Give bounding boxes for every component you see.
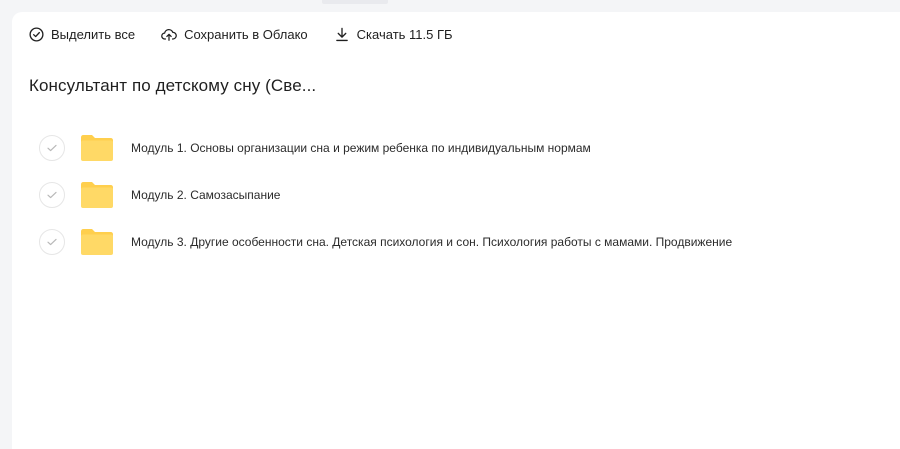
toolbar: Выделить все Сохранить в Облако Скачать …	[28, 24, 479, 44]
item-name: Модуль 3. Другие особенности сна. Детска…	[131, 234, 733, 249]
file-list: Модуль 1. Основы организации сна и режим…	[39, 124, 899, 265]
checkmark-icon	[47, 238, 57, 245]
item-checkbox[interactable]	[39, 181, 65, 208]
download-label: Скачать 11.5 ГБ	[356, 26, 453, 42]
save-to-cloud-label: Сохранить в Облако	[184, 26, 308, 42]
content-panel: Выделить все Сохранить в Облако Скачать …	[12, 12, 900, 449]
item-name: Модуль 1. Основы организации сна и режим…	[131, 140, 591, 155]
select-all-label: Выделить все	[51, 26, 136, 42]
item-checkbox[interactable]	[39, 134, 65, 161]
list-item[interactable]: Модуль 1. Основы организации сна и режим…	[39, 124, 899, 171]
folder-icon	[80, 181, 114, 209]
folder-icon	[80, 134, 114, 162]
checkmark-icon	[47, 191, 57, 198]
list-item[interactable]: Модуль 2. Самозасыпание	[39, 171, 899, 218]
list-item[interactable]: Модуль 3. Другие особенности сна. Детска…	[39, 218, 899, 265]
checkmark-icon	[47, 144, 57, 151]
folder-icon	[80, 228, 114, 256]
download-button[interactable]: Скачать 11.5 ГБ	[334, 24, 453, 44]
check-circle-icon	[28, 26, 44, 42]
item-checkbox[interactable]	[39, 228, 65, 255]
top-strip	[0, 0, 900, 12]
cloud-upload-icon	[161, 26, 177, 42]
save-to-cloud-button[interactable]: Сохранить в Облако	[161, 24, 308, 44]
folder-title: Консультант по детскому сну (Све...	[29, 76, 317, 95]
item-name: Модуль 2. Самозасыпание	[131, 187, 281, 202]
tab-indicator	[322, 0, 388, 4]
select-all-button[interactable]: Выделить все	[28, 24, 135, 44]
download-icon	[334, 26, 350, 42]
